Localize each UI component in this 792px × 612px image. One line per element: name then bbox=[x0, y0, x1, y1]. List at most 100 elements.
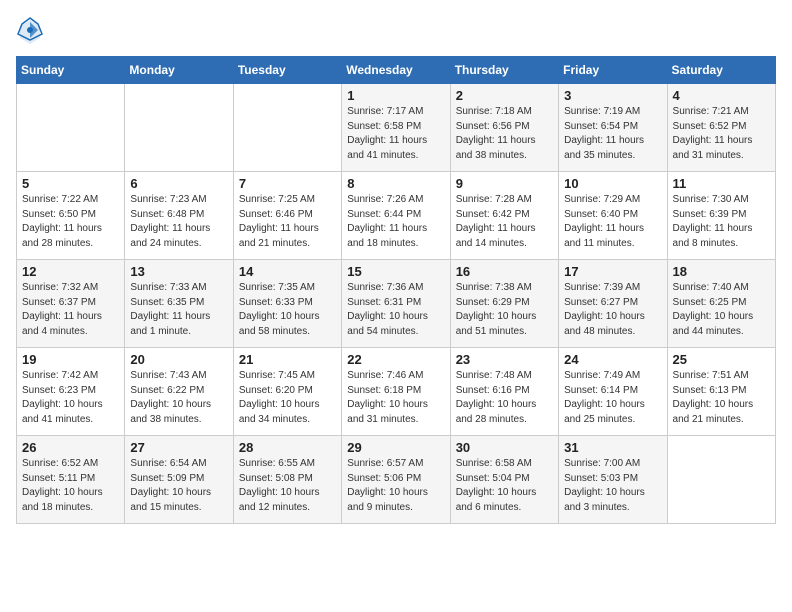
calendar-body: 1Sunrise: 7:17 AM Sunset: 6:58 PM Daylig… bbox=[17, 84, 776, 524]
calendar-week-4: 19Sunrise: 7:42 AM Sunset: 6:23 PM Dayli… bbox=[17, 348, 776, 436]
day-info: Sunrise: 7:19 AM Sunset: 6:54 PM Dayligh… bbox=[564, 105, 661, 163]
calendar-cell: 30Sunrise: 6:58 AM Sunset: 5:04 PM Dayli… bbox=[450, 436, 558, 524]
calendar-cell: 4 Sunrise: 7:21 AM Sunset: 6:52 PM Daylig… bbox=[667, 84, 775, 172]
calendar-cell: 14 Sunrise: 7:35 AM Sunset: 6:33 PM Dayli… bbox=[233, 260, 341, 348]
day-number: 24 bbox=[564, 352, 661, 367]
day-number: 28 bbox=[239, 440, 336, 455]
day-number: 19 bbox=[22, 352, 119, 367]
day-info: Sunrise: 7:35 AM Sunset: 6:33 PM Dayligh… bbox=[239, 281, 336, 339]
day-number: 25 bbox=[673, 352, 770, 367]
day-number: 15 bbox=[347, 264, 444, 279]
day-info: Sunrise: 7:23 AM Sunset: 6:48 PM Dayligh… bbox=[130, 193, 227, 251]
day-info: Sunrise: 7:32 AM Sunset: 6:37 PM Dayligh… bbox=[22, 281, 119, 339]
day-number: 12 bbox=[22, 264, 119, 279]
day-number: 22 bbox=[347, 352, 444, 367]
day-number: 13 bbox=[130, 264, 227, 279]
day-info: Sunrise: 7:26 AM Sunset: 6:44 PM Dayligh… bbox=[347, 193, 444, 251]
day-number: 29 bbox=[347, 440, 444, 455]
day-number: 6 bbox=[130, 176, 227, 191]
day-info: Sunrise: 6:57 AM Sunset: 5:06 PM Dayligh… bbox=[347, 457, 444, 515]
day-info: Sunrise: 6:55 AM Sunset: 5:08 PM Dayligh… bbox=[239, 457, 336, 515]
day-info: Sunrise: 7:46 AM Sunset: 6:18 PM Dayligh… bbox=[347, 369, 444, 427]
weekday-header-row: SundayMondayTuesdayWednesdayThursdayFrid… bbox=[17, 57, 776, 84]
calendar-cell: 1Sunrise: 7:17 AM Sunset: 6:58 PM Daylig… bbox=[342, 84, 450, 172]
day-number: 27 bbox=[130, 440, 227, 455]
day-number: 10 bbox=[564, 176, 661, 191]
calendar-cell bbox=[17, 84, 125, 172]
calendar-cell: 13 Sunrise: 7:33 AM Sunset: 6:35 PM Dayli… bbox=[125, 260, 233, 348]
day-info: Sunrise: 6:52 AM Sunset: 5:11 PM Dayligh… bbox=[22, 457, 119, 515]
day-info: Sunrise: 7:48 AM Sunset: 6:16 PM Dayligh… bbox=[456, 369, 553, 427]
weekday-header-thursday: Thursday bbox=[450, 57, 558, 84]
day-number: 14 bbox=[239, 264, 336, 279]
calendar-cell: 28 Sunrise: 6:55 AM Sunset: 5:08 PM Dayli… bbox=[233, 436, 341, 524]
calendar-cell: 5Sunrise: 7:22 AM Sunset: 6:50 PM Daylig… bbox=[17, 172, 125, 260]
day-info: Sunrise: 7:45 AM Sunset: 6:20 PM Dayligh… bbox=[239, 369, 336, 427]
day-number: 8 bbox=[347, 176, 444, 191]
day-number: 21 bbox=[239, 352, 336, 367]
calendar-week-3: 12 Sunrise: 7:32 AM Sunset: 6:37 PM Dayli… bbox=[17, 260, 776, 348]
calendar-cell: 15 Sunrise: 7:36 AM Sunset: 6:31 PM Dayli… bbox=[342, 260, 450, 348]
day-info: Sunrise: 7:39 AM Sunset: 6:27 PM Dayligh… bbox=[564, 281, 661, 339]
day-info: Sunrise: 7:25 AM Sunset: 6:46 PM Dayligh… bbox=[239, 193, 336, 251]
logo bbox=[16, 16, 48, 44]
calendar-cell: 12 Sunrise: 7:32 AM Sunset: 6:37 PM Dayli… bbox=[17, 260, 125, 348]
page-header bbox=[16, 16, 776, 44]
calendar-cell: 10 Sunrise: 7:29 AM Sunset: 6:40 PM Dayli… bbox=[559, 172, 667, 260]
calendar-cell bbox=[233, 84, 341, 172]
calendar-cell: 29 Sunrise: 6:57 AM Sunset: 5:06 PM Dayli… bbox=[342, 436, 450, 524]
day-info: Sunrise: 7:21 AM Sunset: 6:52 PM Dayligh… bbox=[673, 105, 770, 163]
day-info: Sunrise: 7:30 AM Sunset: 6:39 PM Dayligh… bbox=[673, 193, 770, 251]
weekday-header-tuesday: Tuesday bbox=[233, 57, 341, 84]
calendar-cell: 24 Sunrise: 7:49 AM Sunset: 6:14 PM Dayli… bbox=[559, 348, 667, 436]
day-number: 26 bbox=[22, 440, 119, 455]
weekday-header-friday: Friday bbox=[559, 57, 667, 84]
calendar-cell bbox=[125, 84, 233, 172]
calendar-cell: 17 Sunrise: 7:39 AM Sunset: 6:27 PM Dayli… bbox=[559, 260, 667, 348]
calendar-cell: 31 Sunrise: 7:00 AM Sunset: 5:03 PM Dayli… bbox=[559, 436, 667, 524]
day-info: Sunrise: 7:28 AM Sunset: 6:42 PM Dayligh… bbox=[456, 193, 553, 251]
calendar-table: SundayMondayTuesdayWednesdayThursdayFrid… bbox=[16, 56, 776, 524]
day-info: Sunrise: 7:33 AM Sunset: 6:35 PM Dayligh… bbox=[130, 281, 227, 339]
calendar-cell: 16Sunrise: 7:38 AM Sunset: 6:29 PM Dayli… bbox=[450, 260, 558, 348]
calendar-cell: 9 Sunrise: 7:28 AM Sunset: 6:42 PM Daylig… bbox=[450, 172, 558, 260]
calendar-cell: 23 Sunrise: 7:48 AM Sunset: 6:16 PM Dayli… bbox=[450, 348, 558, 436]
day-number: 7 bbox=[239, 176, 336, 191]
day-info: Sunrise: 7:49 AM Sunset: 6:14 PM Dayligh… bbox=[564, 369, 661, 427]
day-info: Sunrise: 7:43 AM Sunset: 6:22 PM Dayligh… bbox=[130, 369, 227, 427]
calendar-cell: 11 Sunrise: 7:30 AM Sunset: 6:39 PM Dayli… bbox=[667, 172, 775, 260]
calendar-cell: 8 Sunrise: 7:26 AM Sunset: 6:44 PM Daylig… bbox=[342, 172, 450, 260]
calendar-cell: 20Sunrise: 7:43 AM Sunset: 6:22 PM Dayli… bbox=[125, 348, 233, 436]
day-info: Sunrise: 7:18 AM Sunset: 6:56 PM Dayligh… bbox=[456, 105, 553, 163]
day-number: 31 bbox=[564, 440, 661, 455]
weekday-header-wednesday: Wednesday bbox=[342, 57, 450, 84]
weekday-header-saturday: Saturday bbox=[667, 57, 775, 84]
calendar-week-2: 5Sunrise: 7:22 AM Sunset: 6:50 PM Daylig… bbox=[17, 172, 776, 260]
calendar-cell: 7 Sunrise: 7:25 AM Sunset: 6:46 PM Daylig… bbox=[233, 172, 341, 260]
day-info: Sunrise: 7:51 AM Sunset: 6:13 PM Dayligh… bbox=[673, 369, 770, 427]
day-number: 5 bbox=[22, 176, 119, 191]
day-number: 2 bbox=[456, 88, 553, 103]
day-number: 18 bbox=[673, 264, 770, 279]
weekday-header-monday: Monday bbox=[125, 57, 233, 84]
day-number: 11 bbox=[673, 176, 770, 191]
weekday-header-sunday: Sunday bbox=[17, 57, 125, 84]
day-info: Sunrise: 7:29 AM Sunset: 6:40 PM Dayligh… bbox=[564, 193, 661, 251]
day-number: 4 bbox=[673, 88, 770, 103]
day-number: 16 bbox=[456, 264, 553, 279]
day-number: 30 bbox=[456, 440, 553, 455]
day-info: Sunrise: 7:00 AM Sunset: 5:03 PM Dayligh… bbox=[564, 457, 661, 515]
calendar-cell bbox=[667, 436, 775, 524]
calendar-cell: 3Sunrise: 7:19 AM Sunset: 6:54 PM Daylig… bbox=[559, 84, 667, 172]
day-number: 9 bbox=[456, 176, 553, 191]
calendar-cell: 27 Sunrise: 6:54 AM Sunset: 5:09 PM Dayli… bbox=[125, 436, 233, 524]
calendar-cell: 25 Sunrise: 7:51 AM Sunset: 6:13 PM Dayli… bbox=[667, 348, 775, 436]
day-number: 17 bbox=[564, 264, 661, 279]
day-info: Sunrise: 6:54 AM Sunset: 5:09 PM Dayligh… bbox=[130, 457, 227, 515]
day-number: 1 bbox=[347, 88, 444, 103]
day-number: 23 bbox=[456, 352, 553, 367]
calendar-header: SundayMondayTuesdayWednesdayThursdayFrid… bbox=[17, 57, 776, 84]
calendar-cell: 21 Sunrise: 7:45 AM Sunset: 6:20 PM Dayli… bbox=[233, 348, 341, 436]
day-info: Sunrise: 7:36 AM Sunset: 6:31 PM Dayligh… bbox=[347, 281, 444, 339]
calendar-week-5: 26 Sunrise: 6:52 AM Sunset: 5:11 PM Dayli… bbox=[17, 436, 776, 524]
